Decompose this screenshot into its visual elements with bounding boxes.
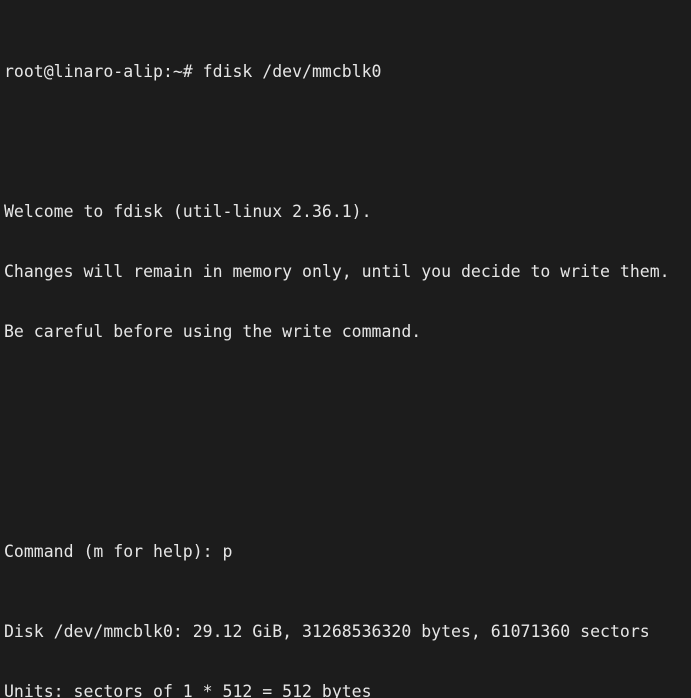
- welcome-line: Be careful before using the write comman…: [4, 322, 422, 341]
- print-command-line: Command (m for help): p: [4, 542, 233, 561]
- welcome-line: Changes will remain in memory only, unti…: [4, 262, 670, 281]
- shell-prompt-line: root@linaro-alip:~# fdisk /dev/mmcblk0: [4, 62, 382, 81]
- terminal-window[interactable]: root@linaro-alip:~# fdisk /dev/mmcblk0 W…: [0, 0, 691, 698]
- disk-info-line: Disk /dev/mmcblk0: 29.12 GiB, 3126853632…: [4, 622, 650, 641]
- disk-info-line: Units: sectors of 1 * 512 = 512 bytes: [4, 682, 372, 698]
- welcome-line: Welcome to fdisk (util-linux 2.36.1).: [4, 202, 372, 221]
